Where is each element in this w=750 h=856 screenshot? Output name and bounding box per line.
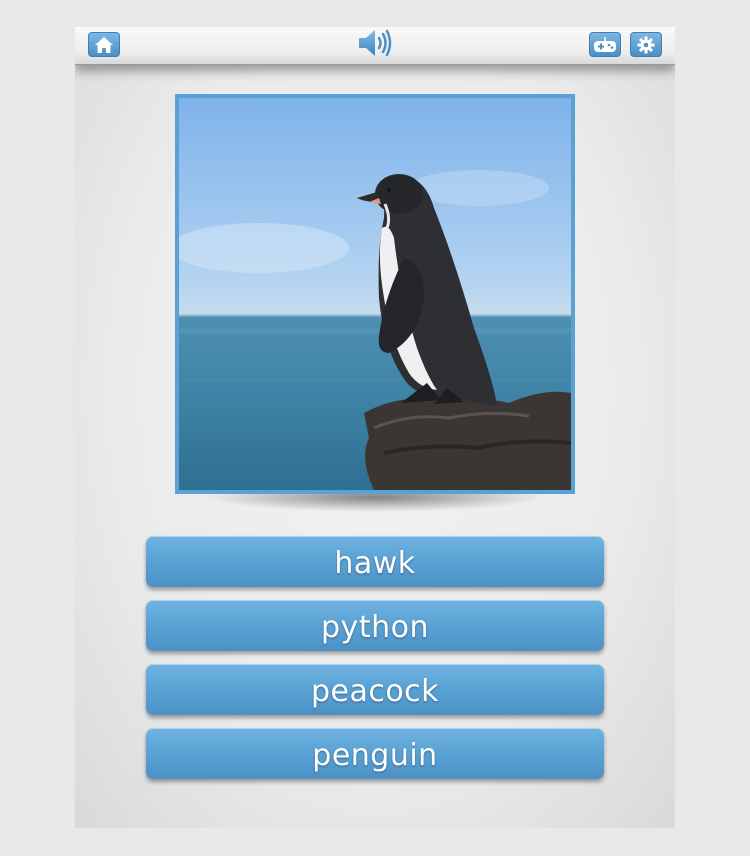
quiz-image: [175, 94, 575, 494]
penguin-illustration: [179, 170, 571, 490]
answer-label: python: [321, 610, 429, 645]
answer-list: hawk python peacock penguin: [146, 536, 604, 792]
gamepad-icon: [593, 36, 617, 54]
top-toolbar: [75, 27, 675, 65]
gear-icon: [637, 36, 655, 54]
answer-label: peacock: [310, 674, 440, 709]
settings-button[interactable]: [630, 32, 662, 57]
answer-button-hawk[interactable]: hawk: [146, 536, 604, 587]
sound-button[interactable]: [357, 28, 393, 62]
answer-button-peacock[interactable]: peacock: [146, 664, 604, 715]
answer-button-python[interactable]: python: [146, 600, 604, 651]
app-window: hawk python peacock penguin: [75, 27, 675, 828]
answer-label: penguin: [312, 738, 438, 773]
answer-label: hawk: [334, 546, 416, 581]
answer-button-penguin[interactable]: penguin: [146, 728, 604, 779]
speaker-icon: [357, 28, 393, 62]
home-icon: [94, 36, 114, 54]
games-button[interactable]: [589, 32, 621, 57]
home-button[interactable]: [88, 32, 120, 57]
